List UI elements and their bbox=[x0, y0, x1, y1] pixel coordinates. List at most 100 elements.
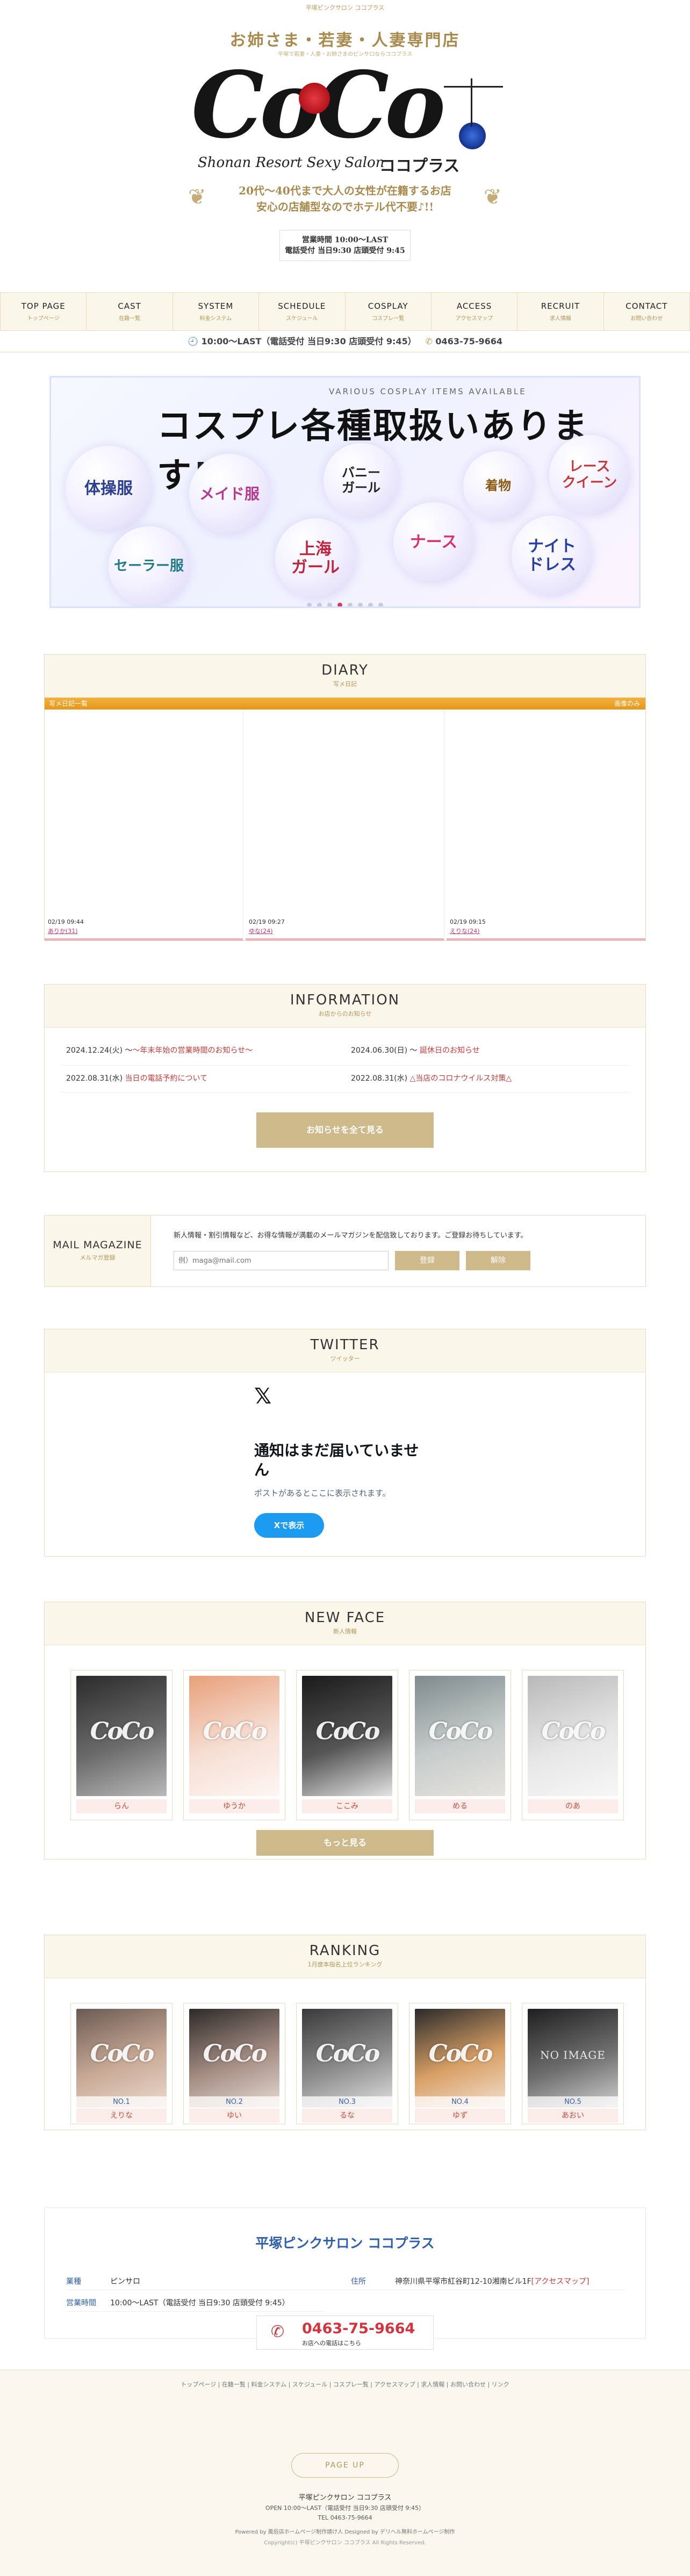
information-header: INFORMATION お店からのお知らせ bbox=[45, 985, 645, 1027]
ranking-card[interactable]: CoCo NO.2 ゆい bbox=[183, 2003, 285, 2124]
info-bar: 🕘 10:00～LAST（電話受付 当日9:30 店頭受付 9:45） ✆ 04… bbox=[0, 331, 690, 352]
cast-name: ゆうか bbox=[189, 1799, 279, 1813]
diary-date: 02/19 09:27 bbox=[249, 918, 285, 925]
cast-name: らん bbox=[76, 1799, 167, 1813]
diary-name[interactable]: ありか(31) bbox=[48, 927, 78, 935]
cast-photo: CoCo bbox=[302, 1676, 392, 1796]
info-item[interactable]: 2024.12.24(火) 〜〜年末年始の営業時間のお知らせ〜 bbox=[66, 1045, 253, 1055]
tel-button[interactable]: ✆ 0463-75-9664 お店への電話はこちら bbox=[256, 2315, 434, 2350]
nav-cast[interactable]: CAST 在籍一覧 bbox=[87, 293, 173, 330]
logo-watermark: CoCo bbox=[428, 1718, 493, 1745]
mail-cancel-button[interactable]: 解除 bbox=[466, 1251, 530, 1270]
cast-card[interactable]: CoCo める bbox=[409, 1670, 511, 1820]
mail-header: MAIL MAGAZINE メルマガ登録 bbox=[45, 1215, 151, 1286]
cosplay-slider[interactable]: VARIOUS COSPLAY ITEMS AVAILABLE コスプレ各種取扱… bbox=[49, 376, 641, 608]
cast-photo: CoCo bbox=[528, 1676, 618, 1796]
info-date: 2022.08.31(水) bbox=[351, 1074, 408, 1083]
cast-photo: CoCo bbox=[189, 2009, 279, 2108]
logo-watermark: CoCo bbox=[90, 1718, 155, 1745]
ranking-card[interactable]: CoCo NO.3 るな bbox=[296, 2003, 398, 2124]
footer-links[interactable]: トップページ | 在籍一覧 | 料金システム | スケジュール | コスプレ一覧… bbox=[0, 2380, 690, 2389]
laurel-right-icon: ❦ bbox=[484, 185, 502, 209]
footer-shop-name: 平塚ピンクサロン ココプラス bbox=[298, 2494, 392, 2502]
logo[interactable]: CoCo Shonan Resort Sexy Salon ココプラス bbox=[191, 52, 514, 176]
diary-entry[interactable]: 02/19 09:44 ありか(31) bbox=[45, 710, 243, 940]
diary-entry[interactable]: 02/19 09:15 えりな(24) bbox=[447, 710, 645, 940]
rank-badge: NO.4 bbox=[415, 2096, 505, 2108]
info-title[interactable]: 〜年末年始の営業時間のお知らせ〜 bbox=[133, 1046, 253, 1055]
logo-watermark: CoCo bbox=[90, 2040, 155, 2067]
footer-open: OPEN 10:00～LAST（電話受付 当日9:30 店頭受付 9:45） bbox=[265, 2505, 425, 2512]
nav-cosplay[interactable]: COSPLAY コスプレ一覧 bbox=[346, 293, 432, 330]
diary-section: DIARY 写メ日記 写メ日記一覧 画像のみ 02/19 09:44 ありか(3… bbox=[44, 654, 646, 941]
mail-description: 新人情報・割引情報など、お得な情報が満載のメールマガジンを配信致しております。ご… bbox=[174, 1232, 528, 1240]
cast-name: あおい bbox=[528, 2109, 618, 2123]
mail-register-button[interactable]: 登録 bbox=[395, 1251, 459, 1270]
newface-section: NEW FACE 新人情報 CoCo らん CoCo ゆうか CoCo ここみ … bbox=[44, 1602, 646, 1859]
access-map-link[interactable]: [アクセスマップ] bbox=[531, 2277, 590, 2286]
page-top-button[interactable]: PAGE UP bbox=[291, 2453, 399, 2478]
footer-tel: TEL 0463-75-9664 bbox=[318, 2514, 372, 2521]
twitter-empty-title: 通知はまだ届いていません bbox=[254, 1442, 419, 1479]
cast-name: ゆい bbox=[189, 2109, 279, 2123]
section-title: MAIL MAGAZINE bbox=[53, 1239, 142, 1251]
row-label: 業種 bbox=[66, 2277, 81, 2286]
nav-system[interactable]: SYSTEM 料金システム bbox=[173, 293, 260, 330]
info-title[interactable]: △当店のコロナウイルス対策△ bbox=[410, 1074, 512, 1083]
cast-card[interactable]: CoCo ゆうか bbox=[183, 1670, 285, 1820]
nav-schedule[interactable]: SCHEDULE スケジュール bbox=[259, 293, 346, 330]
cast-name: えりな bbox=[76, 2109, 167, 2123]
section-title: TWITTER bbox=[310, 1337, 380, 1353]
rank-badge: NO.1 bbox=[76, 2096, 167, 2108]
ranking-header: RANKING 1月度本指名上位ランキング bbox=[45, 1935, 645, 1978]
more-newface-button[interactable]: もっと見る bbox=[256, 1830, 434, 1856]
info-item[interactable]: 2022.08.31(水) 当日の電話予約について bbox=[66, 1073, 207, 1083]
diary-image-only-toggle[interactable]: 画像のみ bbox=[614, 698, 640, 710]
diary-name[interactable]: ゆな(24) bbox=[249, 927, 273, 935]
cast-card[interactable]: CoCo ここみ bbox=[296, 1670, 398, 1820]
nav-access[interactable]: ACCESS アクセスマップ bbox=[432, 293, 518, 330]
diary-entry[interactable]: 02/19 09:27 ゆな(24) bbox=[246, 710, 444, 940]
footer-copyright: Copyright(c) 平塚ピンクサロン ココプラス All Rights R… bbox=[264, 2540, 426, 2546]
shop-title: 平塚ピンクサロン ココプラス bbox=[255, 2235, 435, 2251]
hours-box: 営業時間 10:00～LAST 電話受付 当日9:30 店頭受付 9:45 bbox=[279, 230, 411, 261]
cast-photo: CoCo bbox=[189, 1676, 279, 1796]
logo-watermark: CoCo bbox=[428, 2040, 493, 2067]
info-item[interactable]: 2024.06.30(日) 〜 誕休日のお知らせ bbox=[351, 1045, 480, 1055]
newface-header: NEW FACE 新人情報 bbox=[45, 1602, 645, 1645]
all-news-button[interactable]: お知らせを全て見る bbox=[256, 1112, 434, 1148]
logo-watermark: CoCo bbox=[315, 1718, 380, 1745]
row-label: 住所 bbox=[351, 2277, 366, 2286]
info-title[interactable]: 当日の電話予約について bbox=[125, 1074, 208, 1083]
info-item[interactable]: 2022.08.31(水) △当店のコロナウイルス対策△ bbox=[351, 1073, 512, 1083]
mail-input[interactable] bbox=[174, 1251, 389, 1270]
hours-line-1: 営業時間 10:00～LAST bbox=[301, 236, 389, 244]
hours-line-2: 電話受付 当日9:30 店頭受付 9:45 bbox=[285, 247, 405, 255]
diary-name[interactable]: えりな(24) bbox=[450, 927, 480, 935]
section-subtitle: 写メ日記 bbox=[333, 681, 357, 688]
section-title: NEW FACE bbox=[304, 1610, 386, 1626]
twitter-timeline: 𝕏 通知はまだ届いていません ポストがあるとここに表示されます。 Xで表示 bbox=[45, 1372, 645, 1556]
info-title[interactable]: 誕休日のお知らせ bbox=[420, 1046, 480, 1055]
nav-contact[interactable]: CONTACT お問い合わせ bbox=[604, 293, 690, 330]
view-on-x-button[interactable]: Xで表示 bbox=[254, 1513, 324, 1538]
rank-badge: NO.3 bbox=[302, 2096, 392, 2108]
cast-card[interactable]: CoCo のあ bbox=[522, 1670, 624, 1820]
lead-line-1: 20代～40代まで大人の女性が在籍するお店 bbox=[239, 184, 451, 197]
nav-top[interactable]: TOP PAGE トップページ bbox=[0, 293, 87, 330]
cast-photo: CoCo bbox=[415, 1676, 505, 1796]
ranking-card[interactable]: CoCo NO.1 えりな bbox=[70, 2003, 172, 2124]
shop-address-row: 住所 神奈川県平塚市紅谷町12-10湘南ビル1F[アクセスマップ] bbox=[351, 2276, 589, 2286]
twitter-header: TWITTER ツイッター bbox=[45, 1329, 645, 1372]
lead-line-2: 安心の店舗型なのでホテル代不要♪!! bbox=[256, 200, 434, 213]
info-tel[interactable]: 0463-75-9664 bbox=[435, 336, 502, 346]
diary-list-link[interactable]: 写メ日記一覧 bbox=[49, 700, 88, 707]
nav-recruit[interactable]: RECRUIT 求人情報 bbox=[518, 293, 604, 330]
ranking-card[interactable]: CoCo NO.4 ゆず bbox=[409, 2003, 511, 2124]
footer-powered[interactable]: Powered by 風俗店ホームページ制作請け人 Designed by デリ… bbox=[0, 2527, 690, 2535]
logo-watermark: CoCo bbox=[315, 2040, 380, 2067]
cast-card[interactable]: CoCo らん bbox=[70, 1670, 172, 1820]
cast-photo: CoCo bbox=[302, 2009, 392, 2108]
ranking-card[interactable]: NO IMAGE NO.5 あおい bbox=[522, 2003, 624, 2124]
twitter-empty-desc: ポストがあるとここに表示されます。 bbox=[254, 1488, 391, 1498]
